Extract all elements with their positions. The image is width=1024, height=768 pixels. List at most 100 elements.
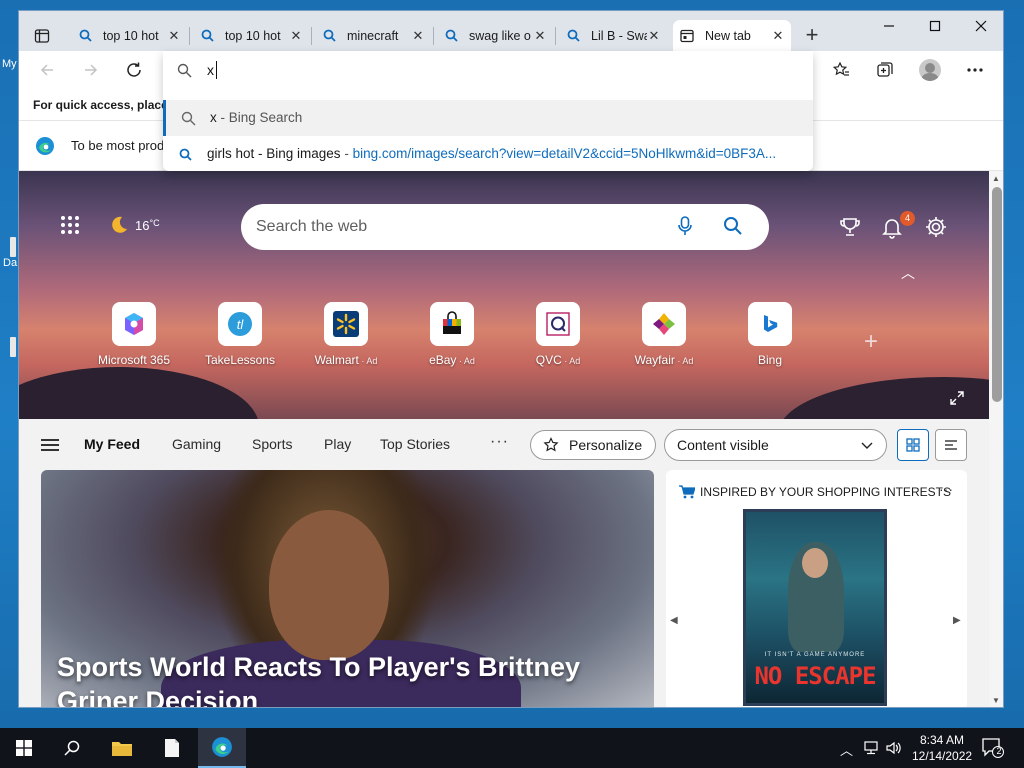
scrollbar-thumb[interactable] [992,187,1002,402]
maximize-button[interactable] [912,11,958,41]
back-button[interactable] [33,57,61,83]
new-tab-icon [679,29,695,43]
weather-widget[interactable]: 16 °C [109,215,160,235]
featured-story-card[interactable]: Sports World Reacts To Player's Brittney… [41,470,654,707]
tab-4[interactable]: swag like o ✕ [437,20,553,51]
more-feed-tabs-icon[interactable]: ··· [490,433,509,451]
close-tab-icon[interactable]: ✕ [771,28,785,44]
quick-link-qvc[interactable]: QVC · Ad [513,302,603,367]
search-icon [443,29,459,42]
list-view-button[interactable] [935,429,967,461]
tray-overflow-icon[interactable]: ︿ [840,740,853,759]
quick-link-takelessons[interactable]: tl TakeLessons [195,302,285,367]
personalize-button[interactable]: Personalize [530,430,656,460]
search-icon [77,29,93,42]
favorites-button[interactable] [827,57,855,83]
scroll-down-icon[interactable]: ▼ [992,696,1000,705]
weather-unit: °C [149,218,160,228]
quick-link-ebay[interactable]: eBay · Ad [407,302,497,367]
info-bar-text: To be most prod [71,138,165,153]
quick-link-microsoft365[interactable]: Microsoft 365 [89,302,179,367]
star-list-icon [832,61,849,76]
tab-title: Lil B - Swa [591,28,647,43]
more-options-icon[interactable]: ··· [939,481,953,497]
forward-button[interactable] [77,57,105,83]
address-bar[interactable]: x [163,51,813,89]
add-quick-link-button[interactable]: + [864,328,878,356]
chevron-up-icon[interactable]: ︿ [901,263,915,283]
web-search-box[interactable]: Search the web [241,204,769,250]
taskbar-search-button[interactable] [48,728,96,768]
app-launcher-icon[interactable] [61,216,81,236]
close-tab-icon[interactable]: ✕ [411,28,425,44]
scroll-up-icon[interactable]: ▲ [992,174,1000,183]
product-image-no-escape[interactable]: IT ISN'T A GAME ANYMORE NO ESCAPE [743,509,887,706]
suggestion-bing-search[interactable]: x - Bing Search [163,100,813,136]
qvc-logo-icon [546,312,570,336]
tile-label: Wayfair [634,353,675,367]
quick-link-walmart[interactable]: Walmart · Ad [301,302,391,367]
suggestion-query: x [210,110,217,125]
tile-label: Bing [757,353,783,367]
settings-more-button[interactable] [961,57,989,83]
takelessons-logo-icon: tl [228,312,252,336]
refresh-button[interactable] [120,57,148,83]
grid-view-icon [906,438,920,452]
story-headline[interactable]: Sports World Reacts To Player's Brittney… [57,650,617,707]
content-visibility-dropdown[interactable]: Content visible [664,429,887,461]
edge-logo-icon [36,137,54,155]
microphone-icon[interactable] [678,216,692,236]
bing-logo-icon [764,315,778,332]
tab-1[interactable]: top 10 hot ✕ [71,20,187,51]
more-horizontal-icon [967,68,983,72]
close-window-button[interactable] [958,11,1003,41]
taskbar-notepad[interactable] [148,728,196,768]
carousel-prev-icon[interactable]: ◀ [670,615,678,626]
walmart-logo-icon [333,311,359,337]
taskbar-file-explorer[interactable] [98,728,146,768]
new-tab-button[interactable]: + [801,24,823,47]
tab-2[interactable]: top 10 hot ✕ [193,20,309,51]
list-view-icon [945,440,957,450]
grid-view-button[interactable] [897,429,929,461]
start-button[interactable] [0,728,48,768]
volume-icon[interactable] [886,741,902,755]
system-clock[interactable]: 8:34 AM 12/14/2022 [912,732,972,764]
menu-hamburger-icon[interactable] [41,439,59,451]
tab-title: minecraft [347,28,399,43]
collections-button[interactable] [871,57,899,83]
page-scrollbar[interactable]: ▲ ▼ [989,171,1003,707]
feed-tab-gaming[interactable]: Gaming [172,436,221,452]
feed-tab-my-feed[interactable]: My Feed [84,436,140,452]
rewards-trophy-icon[interactable] [838,215,862,239]
suggestion-history-item[interactable]: girls hot - Bing images - bing.com/image… [163,136,813,172]
ad-tag: · Ad [561,356,581,366]
gear-icon[interactable] [924,215,948,239]
feed-tab-play[interactable]: Play [324,436,351,452]
feed-tab-sports[interactable]: Sports [252,436,292,452]
edge-logo-icon [212,737,232,757]
shopping-card-header: INSPIRED BY YOUR SHOPPING INTERESTS [700,485,951,499]
close-tab-icon[interactable]: ✕ [289,28,303,44]
taskbar-edge[interactable] [198,728,246,768]
carousel-next-icon[interactable]: ▶ [953,615,961,626]
minimize-icon [884,25,894,27]
close-tab-icon[interactable]: ✕ [167,28,181,44]
search-icon[interactable] [723,216,743,236]
search-icon [177,146,193,162]
tab-actions-button[interactable] [27,21,57,51]
close-tab-icon[interactable]: ✕ [533,28,547,44]
feed-tab-top-stories[interactable]: Top Stories [380,436,450,452]
action-center-button[interactable]: 2 [982,738,1004,761]
minimize-button[interactable] [866,11,912,41]
tab-3[interactable]: minecraft ✕ [315,20,431,51]
tab-new-tab[interactable]: New tab ✕ [673,20,791,51]
network-icon[interactable] [863,741,879,755]
expand-icon[interactable] [950,391,964,405]
close-tab-icon[interactable]: ✕ [647,28,661,44]
notification-count: 2 [996,746,1002,756]
tab-5[interactable]: Lil B - Swa ✕ [559,20,667,51]
quick-link-wayfair[interactable]: Wayfair · Ad [619,302,709,367]
profile-avatar[interactable] [919,59,941,81]
quick-link-bing[interactable]: Bing [725,302,815,367]
